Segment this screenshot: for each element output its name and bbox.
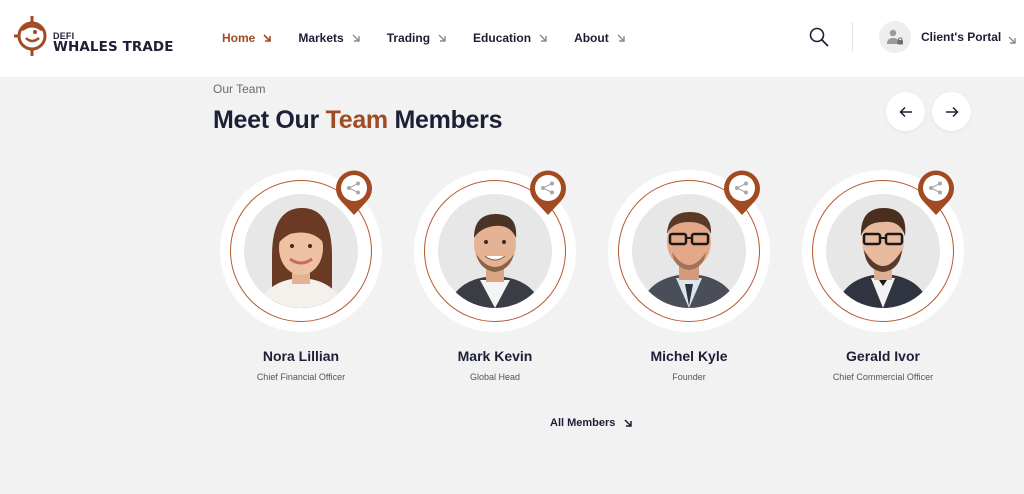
arrow-down-right-icon (437, 33, 447, 43)
brand-logo[interactable]: DEFI WHALES TRADE (12, 14, 174, 60)
team-member-card: Nora Lillian Chief Financial Officer (211, 170, 382, 392)
slider-prev-button[interactable] (886, 92, 925, 131)
team-member-card: Gerald Ivor Chief Commercial Officer (793, 170, 964, 392)
nav-item-label: About (574, 31, 609, 45)
member-role: Founder (672, 372, 706, 382)
arrow-down-right-icon (351, 33, 361, 43)
section-title: Meet Our Team Members (213, 106, 503, 135)
site-header: DEFI WHALES TRADE Home Markets Trading E… (0, 0, 1024, 77)
member-name: Nora Lillian (262, 348, 340, 364)
member-name: Gerald Ivor (846, 348, 920, 364)
member-role: Chief Financial Officer (256, 372, 346, 382)
arrow-down-right-icon (262, 33, 272, 43)
nav-item-home[interactable]: Home (222, 30, 272, 46)
arrow-down-right-icon (1007, 32, 1017, 44)
nav-item-about[interactable]: About (574, 30, 626, 46)
nav-item-education[interactable]: Education (473, 30, 548, 46)
arrow-left-icon (898, 106, 912, 117)
user-lock-icon (879, 21, 911, 53)
nav-item-trading[interactable]: Trading (387, 30, 447, 46)
team-member-card: Mark Kevin Global Head (405, 170, 576, 392)
all-members-link[interactable]: All Members (550, 417, 633, 429)
nav-item-label: Home (222, 31, 256, 45)
share-button[interactable] (723, 170, 761, 216)
header-divider (852, 22, 853, 52)
clients-portal-link[interactable]: Client's Portal (879, 21, 1017, 53)
share-icon (724, 170, 760, 215)
section-eyebrow: Our Team (213, 82, 266, 96)
share-button[interactable] (335, 170, 373, 216)
share-icon (918, 170, 954, 215)
member-name: Mark Kevin (457, 348, 533, 364)
share-icon (336, 170, 372, 215)
share-icon (530, 170, 566, 215)
nav-item-label: Trading (386, 31, 431, 45)
arrow-down-right-icon (616, 33, 626, 43)
all-members-label: All Members (550, 417, 616, 429)
title-prefix: Meet Our (213, 106, 319, 134)
member-role: Chief Commercial Officer (832, 372, 934, 382)
arrow-down-right-icon (538, 33, 548, 43)
share-button[interactable] (529, 170, 567, 216)
search-icon (809, 27, 829, 47)
clients-portal-label: Client's Portal (921, 30, 1002, 44)
search-button[interactable] (808, 26, 830, 48)
slider-next-button[interactable] (932, 92, 971, 131)
main-nav: Home Markets Trading Education About (222, 30, 652, 46)
team-member-card: Michel Kyle Founder (599, 170, 770, 392)
member-role: Global Head (469, 372, 521, 382)
nav-item-markets[interactable]: Markets (298, 30, 360, 46)
nav-item-label: Education (473, 31, 532, 45)
title-suffix: Members (394, 106, 503, 134)
arrow-right-icon (945, 106, 959, 117)
whale-logo-icon (14, 16, 47, 56)
arrow-down-right-icon (623, 418, 633, 428)
brand-name: WHALES TRADE (53, 39, 174, 55)
title-accent: Team (325, 106, 389, 134)
member-name: Michel Kyle (650, 348, 728, 364)
share-button[interactable] (917, 170, 955, 216)
nav-item-label: Markets (298, 31, 344, 45)
